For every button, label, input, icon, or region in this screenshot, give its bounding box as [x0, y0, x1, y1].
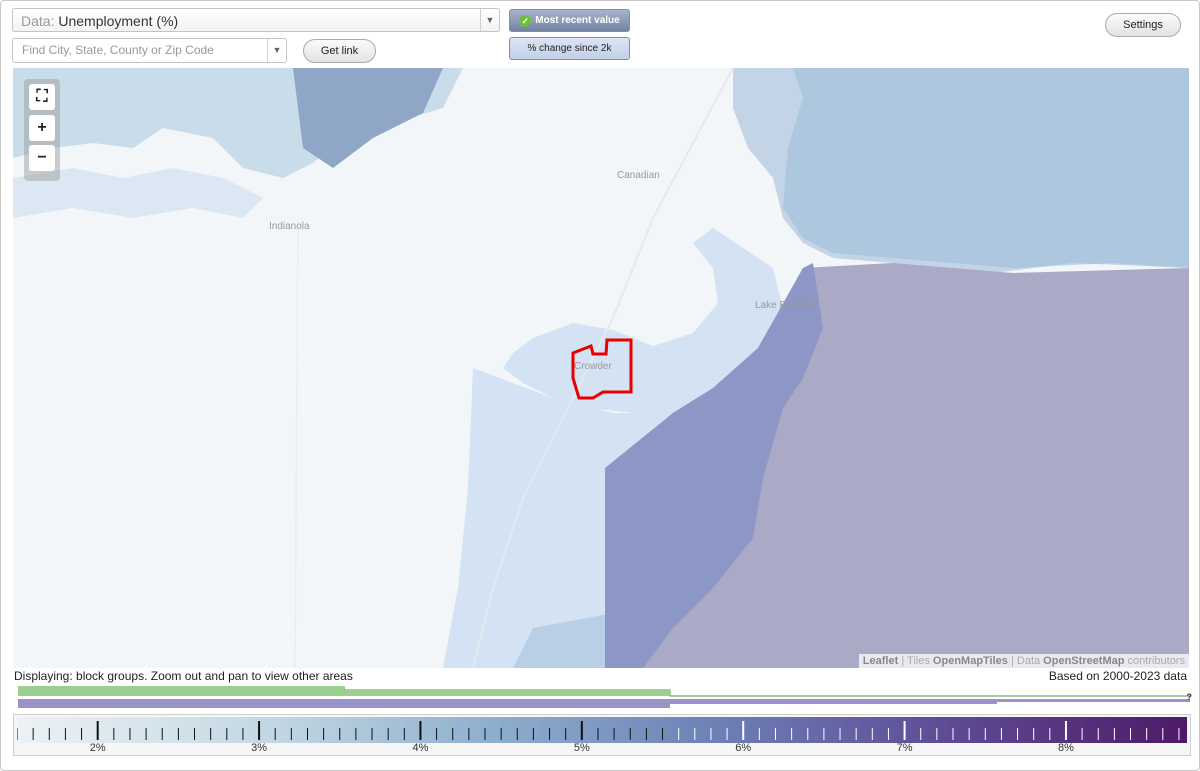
- color-legend: 2% 3% 4% 5% 6% 7% 8%: [13, 714, 1191, 756]
- help-icon[interactable]: ?: [1187, 692, 1193, 702]
- percent-change-toggle[interactable]: % change since 2k: [509, 37, 630, 60]
- search-input[interactable]: [20, 42, 264, 58]
- legend-tick-label: 7%: [896, 742, 913, 754]
- legend-tick-label: 6%: [735, 742, 752, 754]
- map[interactable]: Canadian Indianola Lake Eufaula Crowder …: [13, 68, 1189, 668]
- legend-tick-label: 5%: [573, 742, 590, 754]
- displaying-note: Displaying: block groups. Zoom out and p…: [14, 669, 353, 683]
- app-frame: Data: Unemployment (%) ▼ ✓ Most recent va…: [0, 0, 1200, 771]
- tiles-link[interactable]: OpenMapTiles: [933, 655, 1008, 667]
- data-select[interactable]: Data: Unemployment (%) ▼: [12, 8, 500, 32]
- zoom-out-button[interactable]: −: [29, 145, 55, 171]
- check-icon: ✓: [519, 15, 532, 27]
- fullscreen-icon[interactable]: ⛶: [29, 84, 55, 110]
- osm-link[interactable]: OpenStreetMap: [1043, 655, 1124, 667]
- chevron-down-icon[interactable]: ▼: [480, 9, 499, 31]
- legend-tick-label: 8%: [1058, 742, 1074, 754]
- get-link-button[interactable]: Get link: [303, 39, 376, 63]
- most-recent-toggle[interactable]: ✓ Most recent value: [509, 9, 630, 32]
- based-on-note: Based on 2000-2023 data: [1048, 669, 1187, 683]
- chevron-down-icon[interactable]: ▼: [267, 39, 286, 62]
- distribution-histogram: [18, 686, 1190, 708]
- data-select-label: Data: Unemployment (%): [21, 13, 179, 29]
- settings-button[interactable]: Settings: [1105, 13, 1181, 37]
- place-label: Canadian: [617, 170, 660, 181]
- leaflet-link[interactable]: Leaflet: [863, 655, 898, 667]
- legend-ticks: [17, 721, 1180, 740]
- legend-tick-label: 2%: [89, 742, 106, 754]
- zoom-control: ⛶ + −: [24, 79, 60, 181]
- percent-change-label: % change since 2k: [527, 43, 612, 54]
- place-label: Lake Eufaula: [755, 300, 814, 311]
- legend-tick-label: 4%: [412, 742, 429, 754]
- place-label: Crowder: [574, 361, 612, 372]
- legend-tick-label: 3%: [251, 742, 268, 754]
- zoom-in-button[interactable]: +: [29, 115, 55, 141]
- map-attribution: Leaflet | Tiles OpenMapTiles | Data Open…: [858, 654, 1189, 668]
- data-select-value: Unemployment (%): [58, 13, 179, 29]
- most-recent-label: Most recent value: [535, 15, 620, 26]
- place-label: Indianola: [269, 221, 310, 232]
- location-search[interactable]: ▼: [12, 38, 287, 63]
